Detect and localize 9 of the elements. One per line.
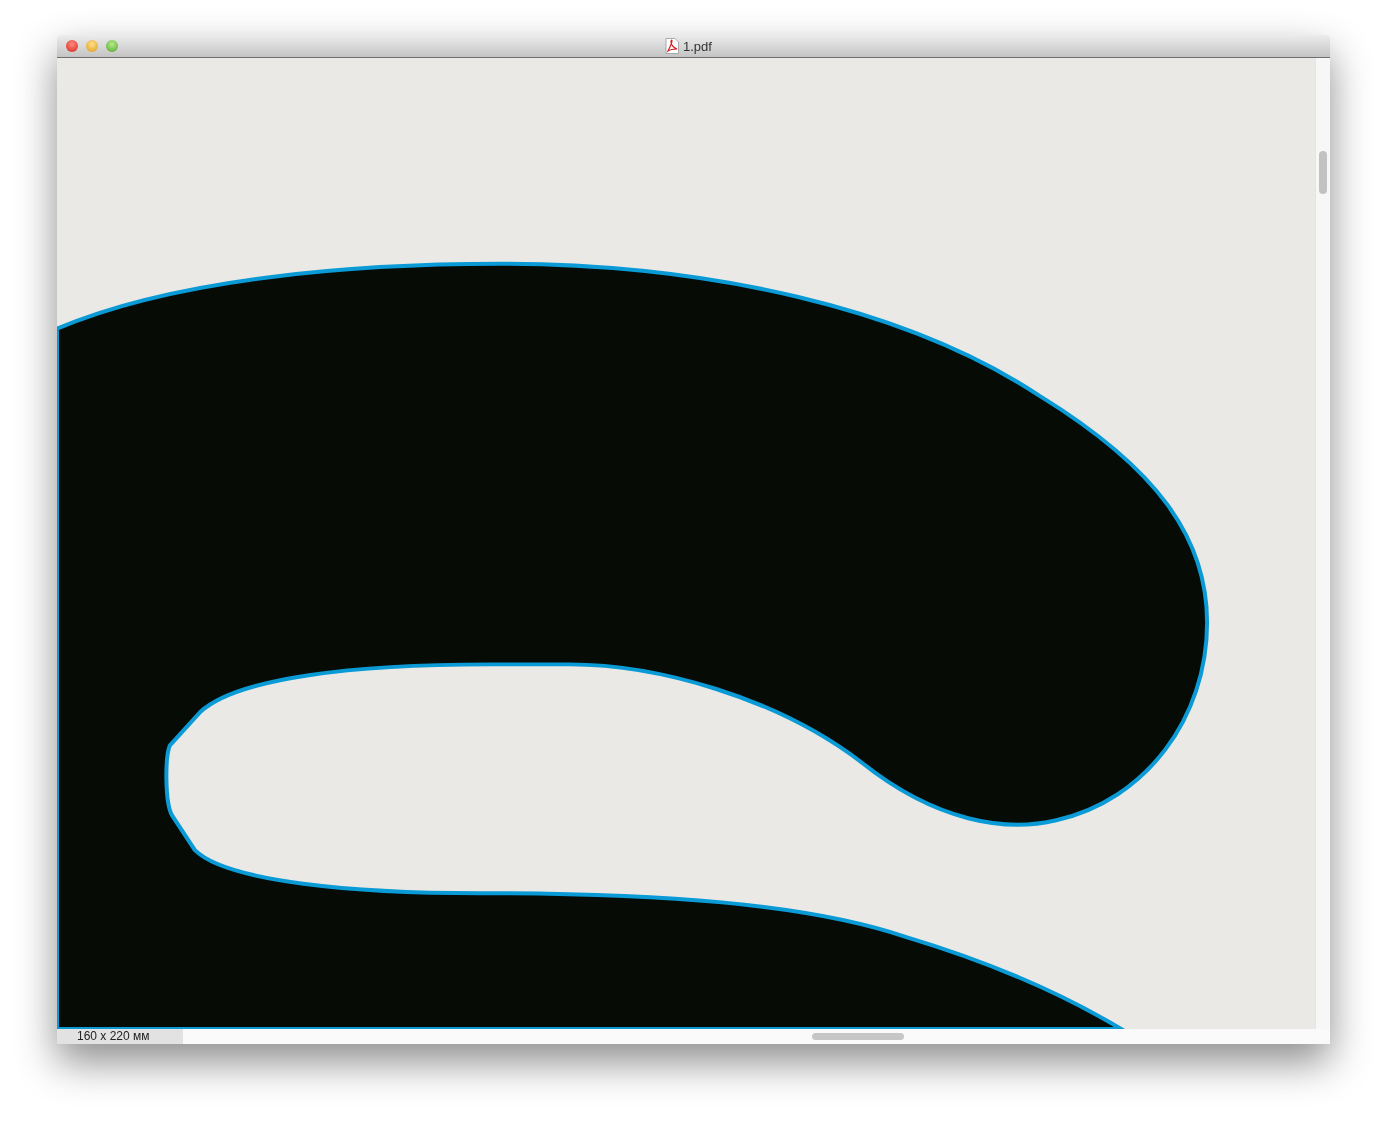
scroll-thumb[interactable] [812,1033,904,1040]
minimize-button[interactable] [86,40,98,52]
close-button[interactable] [66,40,78,52]
vertical-scrollbar[interactable] [1315,58,1330,1029]
pdf-file-icon [665,38,679,54]
window-title: 1.pdf [683,38,712,54]
scroll-thumb[interactable] [1319,151,1327,194]
zoom-button[interactable] [106,40,118,52]
page-size-label: 160 x 220 мм [57,1029,183,1044]
